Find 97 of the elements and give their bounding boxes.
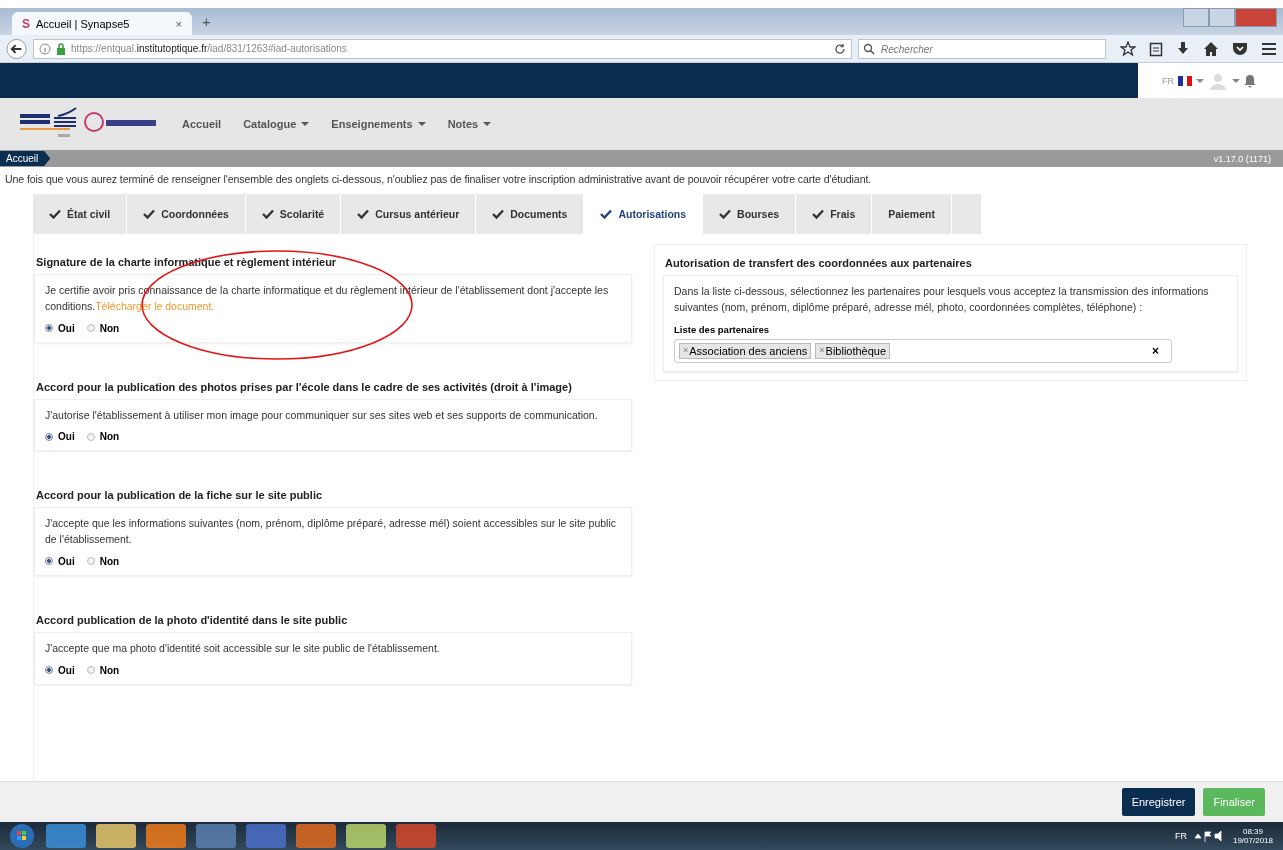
form-tab[interactable]: État civil [33,194,128,234]
radio-option[interactable]: Oui [45,664,75,676]
tag-label: Bibliothèque [825,344,887,357]
info-icon [39,42,52,55]
time-text: 08:39 [1242,827,1263,836]
form-tab[interactable]: Scolarité [245,194,342,234]
section-title: Accord pour la publication de la fiche sur le site public [36,489,324,502]
radio-label: Oui [58,431,75,443]
form-tab[interactable]: Paiement [872,194,952,234]
remove-tag-button[interactable]: × [683,344,689,357]
start-button[interactable] [8,823,36,849]
pocket-icon[interactable] [1232,40,1248,57]
radio-option[interactable]: Non [86,555,120,567]
radio-label: Oui [58,664,75,676]
radio-option[interactable]: Oui [45,322,75,334]
tab-title: Accueil | Synapse5 [36,17,131,30]
section-text: J'autorise l'établissement à utiliser mon image pour communiquer sur ses sites web et ses supports de communication. [45,407,599,423]
radio-option[interactable]: Non [86,322,120,334]
intro-text: Une fois que vous aurez terminé de renseigner l'ensemble des onglets ci-dessous, n'oubliez pas de finaliser votre inscription administrative avant de pouvoir récupérer votre carte d'étudiant. [5,173,873,185]
field-label: Liste des partenaires [674,323,771,335]
checkmark-icon [719,209,732,219]
radio-button[interactable] [45,666,53,674]
close-tab-button[interactable]: × [175,17,182,30]
caret-icon [483,121,492,127]
caret-icon[interactable] [1232,77,1240,84]
checkmark-icon [143,209,156,219]
language-indicator[interactable]: FR [1174,831,1187,841]
nav-menu-item[interactable]: Enseignements [331,118,426,130]
radio-button[interactable] [45,324,53,332]
caret-icon [417,121,426,127]
partners-select-field[interactable]: ×Association des anciens ×Bibliothèque × [674,338,1172,363]
lock-icon [56,42,67,55]
radio-button[interactable] [86,432,95,441]
radio-option[interactable]: Non [86,664,120,676]
radio-label: Non [99,664,120,676]
section-text: J'accepte que les informations suivantes (nom, prénom, diplôme préparé, adresse mél) soient accessibles sur le site public de l'établissement. [45,516,618,547]
clipboard-icon[interactable] [1149,40,1163,57]
new-tab-button[interactable]: + [192,13,221,35]
form-tab[interactable]: Frais [796,194,873,234]
s-logo-icon: S [22,16,30,31]
date-text: 19/07/2018 [1232,836,1273,845]
form-tab[interactable]: Cursus antérieur [341,194,477,234]
radio-option[interactable]: Oui [45,431,75,443]
nav-menu-item[interactable]: Accueil [182,118,222,130]
breadcrumb-link[interactable]: Accueil [0,151,51,166]
radio-button[interactable] [45,432,53,441]
menu-icon[interactable] [1261,40,1277,57]
checkmark-icon [600,209,613,219]
flag-icon [1178,75,1192,86]
radio-label: Oui [58,322,75,334]
radio-option[interactable]: Non [86,431,120,443]
radio-label: Non [99,431,120,443]
remove-tag-button[interactable]: × [819,344,825,357]
tag-label: Association des anciens [689,344,808,357]
star-icon[interactable] [1120,40,1136,57]
minimize-button[interactable] [1183,8,1209,27]
checkmark-icon [49,209,61,219]
caret-icon [301,121,310,127]
version-label: v1.17.0 (1171) [1213,153,1271,164]
form-button[interactable]: Enregistrer [1121,788,1196,816]
radio-button[interactable] [86,557,95,566]
clear-button[interactable]: × [1152,343,1159,358]
address-field[interactable]: https://entqual.institutoptique.fr/iad/831/1263#iad-autorisations [33,38,852,59]
checkmark-icon [492,209,505,219]
radio-label: Non [99,555,120,567]
checkmark-icon [812,209,825,219]
form-tab[interactable]: Bourses [703,194,797,234]
nav-menu-item[interactable]: Catalogue [243,118,310,130]
browser-tab[interactable]: S Accueil | Synapse5 × [12,12,192,35]
partner-tag[interactable]: ×Bibliothèque [815,342,891,359]
search-field[interactable]: Rechercher [858,39,1106,59]
checkmark-icon [261,209,274,219]
checkmark-icon [357,209,370,219]
clock[interactable]: 08:39 19/07/2018 [1232,827,1273,845]
nav-menu-item[interactable]: Notes [447,118,492,130]
radio-button[interactable] [45,557,53,566]
section-title: Autorisation de transfert des coordonnées aux partenaires [665,257,973,269]
radio-label: Oui [58,555,75,567]
section-text: Dans la liste ci-dessous, sélectionnez les partenaires pour lesquels vous acceptez la transmission des informations suivantes (nom, prénom, diplôme préparé, adresse mél, photo, coordonnées complètes, téléphone) : [674,284,1210,315]
form-tab[interactable]: Autorisations [584,194,704,234]
form-tab[interactable]: Coordonnées [127,194,246,234]
home-icon[interactable] [1203,40,1219,57]
tray-icons[interactable] [1194,830,1225,842]
bell-icon[interactable] [1244,73,1256,88]
radio-button[interactable] [86,324,95,332]
url-text: https://entqual.institutoptique.fr/iad/831/1263#iad-autorisations [71,43,348,54]
radio-button[interactable] [86,666,95,674]
reload-icon[interactable] [834,42,846,55]
caret-icon[interactable] [1196,77,1204,84]
back-icon[interactable] [6,37,28,60]
maximize-button[interactable] [1209,8,1235,27]
partner-tag[interactable]: ×Association des anciens [679,342,812,359]
radio-option[interactable]: Oui [45,555,75,567]
section-title: Accord pour la publication des photos prises par l'école dans le cadre de ses activités (droit à l'image) [36,380,573,393]
radio-label: Non [99,322,120,334]
section-title: Accord publication de la photo d'identité dans le site public [36,613,349,626]
section-text: J'accepte que ma photo d'identité soit accessible sur le site public de l'établissement. [45,640,441,656]
